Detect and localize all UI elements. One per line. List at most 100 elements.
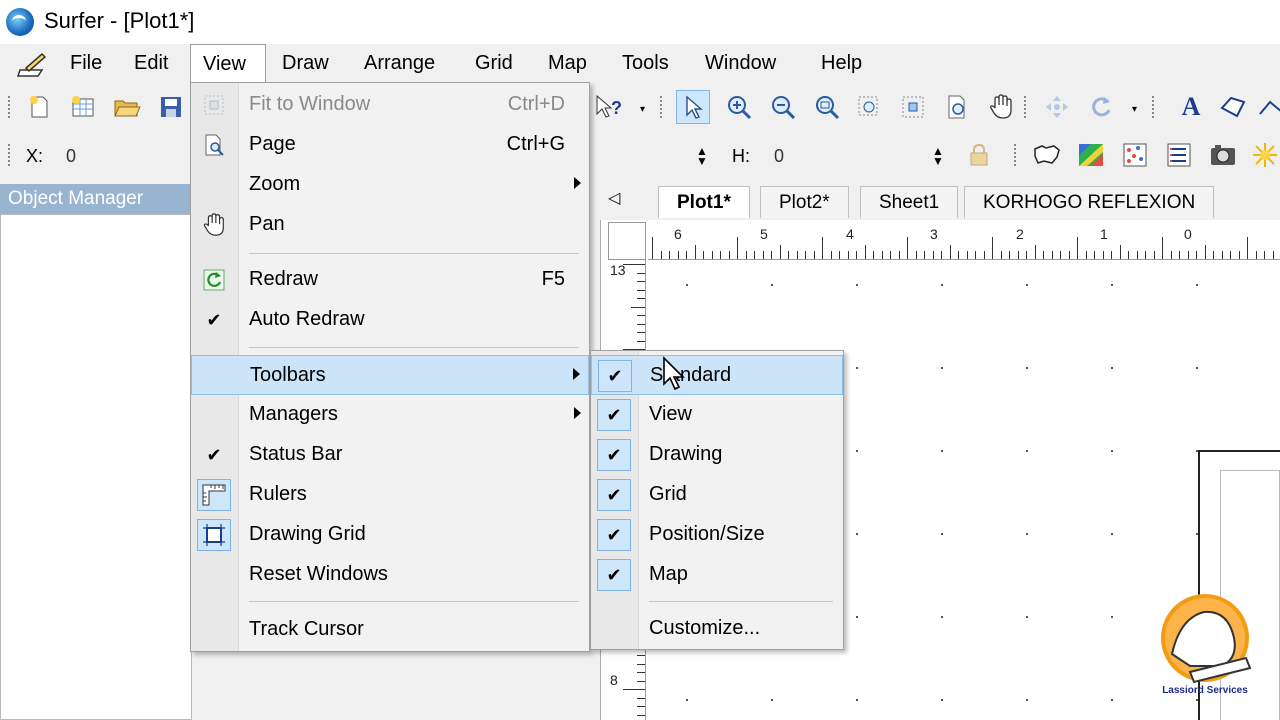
menu-item-pan[interactable]: Pan bbox=[191, 205, 589, 245]
submenu-item-position-size[interactable]: ✔ Position/Size bbox=[591, 515, 843, 555]
ruler-label: 13 bbox=[610, 262, 626, 278]
menu-item-fit-to-window[interactable]: Fit to Window Ctrl+D bbox=[191, 85, 589, 125]
zoom-selected-icon[interactable] bbox=[896, 90, 930, 124]
submenu-item-map[interactable]: ✔ Map bbox=[591, 555, 843, 595]
menu-arrange[interactable]: Arrange bbox=[352, 44, 447, 82]
spinner-icon[interactable]: ▲ ▼ bbox=[932, 145, 944, 167]
submenu-item-grid[interactable]: ✔ Grid bbox=[591, 475, 843, 515]
submenu-item-drawing[interactable]: ✔ Drawing bbox=[591, 435, 843, 475]
open-folder-icon[interactable] bbox=[110, 90, 144, 124]
ruler-label: 1 bbox=[1100, 226, 1108, 242]
ruler-tick bbox=[1221, 251, 1223, 259]
h-field[interactable]: 0 bbox=[774, 146, 784, 167]
ruler-tick bbox=[1102, 251, 1104, 259]
menu-item-reset-windows[interactable]: Reset Windows bbox=[191, 555, 589, 595]
contour-map-icon[interactable] bbox=[1074, 138, 1108, 172]
toolbar-overflow-icon[interactable]: ▾ bbox=[1132, 104, 1137, 115]
submenu-item-customize[interactable]: Customize... bbox=[591, 609, 843, 649]
zoom-rectangle-icon[interactable] bbox=[852, 90, 886, 124]
submenu-arrow-icon bbox=[574, 407, 581, 419]
mouse-cursor-icon bbox=[663, 356, 685, 391]
polyline-tool-icon[interactable] bbox=[1254, 90, 1280, 124]
pan-hand-icon[interactable] bbox=[984, 90, 1018, 124]
menu-draw[interactable]: Draw bbox=[270, 44, 341, 82]
menu-item-rulers[interactable]: Rulers bbox=[191, 475, 589, 515]
classed-post-icon[interactable] bbox=[1162, 138, 1196, 172]
new-worksheet-icon[interactable] bbox=[66, 90, 100, 124]
new-icon[interactable] bbox=[22, 90, 56, 124]
menu-item-label: Toolbars bbox=[250, 364, 326, 386]
menu-item-track-cursor[interactable]: Track Cursor bbox=[191, 610, 589, 650]
toolbar-grip[interactable] bbox=[8, 96, 12, 118]
zoom-page-icon[interactable] bbox=[940, 90, 974, 124]
menu-item-label: Grid bbox=[649, 483, 687, 505]
menu-item-auto-redraw[interactable]: ✔ Auto Redraw bbox=[191, 300, 589, 340]
grid-dot bbox=[1111, 616, 1113, 618]
menu-item-zoom[interactable]: Zoom bbox=[191, 165, 589, 205]
submenu-item-standard[interactable]: ✔ Standard bbox=[591, 355, 843, 395]
menu-tools[interactable]: Tools bbox=[610, 44, 681, 82]
menu-item-label: Zoom bbox=[249, 173, 301, 195]
polygon-tool-icon[interactable] bbox=[1216, 90, 1250, 124]
ruler-tick bbox=[637, 706, 645, 707]
object-manager-panel[interactable] bbox=[0, 214, 192, 720]
menu-grid[interactable]: Grid bbox=[463, 44, 525, 82]
grid-dot bbox=[1111, 533, 1113, 535]
toolbar-overflow-icon[interactable]: ▾ bbox=[640, 104, 645, 115]
ruler-tick bbox=[1051, 251, 1053, 259]
rotate-icon[interactable] bbox=[1084, 90, 1118, 124]
menu-item-status-bar[interactable]: ✔ Status Bar bbox=[191, 435, 589, 475]
spinner-icon[interactable]: ▲ ▼ bbox=[696, 145, 708, 167]
menu-item-toolbars[interactable]: Toolbars bbox=[191, 355, 589, 395]
menu-file[interactable]: File bbox=[58, 44, 114, 82]
menu-view[interactable]: View bbox=[190, 44, 266, 82]
ruler-tick bbox=[1034, 245, 1036, 259]
menu-item-page[interactable]: Page Ctrl+G bbox=[191, 125, 589, 165]
shaded-relief-icon[interactable] bbox=[1248, 138, 1280, 172]
zoom-actual-icon[interactable] bbox=[810, 90, 844, 124]
text-tool-icon[interactable]: A bbox=[1174, 90, 1208, 124]
post-map-icon[interactable] bbox=[1118, 138, 1152, 172]
tab-scroll-left-icon[interactable]: ◁ bbox=[608, 188, 620, 208]
toolbar-grip[interactable] bbox=[8, 144, 12, 166]
save-icon[interactable] bbox=[154, 90, 188, 124]
zoom-out-icon[interactable] bbox=[766, 90, 800, 124]
toolbar-grip[interactable] bbox=[1014, 144, 1018, 166]
document-edit-icon[interactable] bbox=[16, 50, 48, 78]
menu-item-redraw[interactable]: Redraw F5 bbox=[191, 260, 589, 300]
menu-separator bbox=[249, 601, 579, 602]
toolbar-grip[interactable] bbox=[1152, 96, 1156, 118]
toolbar-grip[interactable] bbox=[1024, 96, 1028, 118]
ruler-tick bbox=[637, 655, 645, 656]
menu-item-drawing-grid[interactable]: Drawing Grid bbox=[191, 515, 589, 555]
zoom-in-icon[interactable] bbox=[722, 90, 756, 124]
x-field[interactable]: 0 bbox=[66, 146, 76, 167]
menu-window[interactable]: Window bbox=[693, 44, 788, 82]
svg-text:Lassiord Services: Lassiord Services bbox=[1162, 685, 1248, 696]
ruler-tick bbox=[1111, 251, 1112, 259]
menu-help[interactable]: Help bbox=[809, 44, 874, 82]
help-pointer-icon[interactable]: ? bbox=[592, 90, 626, 124]
base-map-icon[interactable] bbox=[1030, 138, 1064, 172]
image-map-icon[interactable] bbox=[1206, 138, 1240, 172]
menu-map[interactable]: Map bbox=[536, 44, 599, 82]
grid-dot bbox=[1026, 450, 1028, 452]
ruler-tick bbox=[822, 237, 823, 259]
checkmark-icon: ✔ bbox=[206, 309, 222, 330]
ruler-tick bbox=[637, 680, 645, 682]
tab-sheet1[interactable]: Sheet1 bbox=[860, 186, 959, 218]
toolbar-grip[interactable] bbox=[660, 96, 664, 118]
tab-plot1[interactable]: Plot1* bbox=[658, 186, 750, 218]
toolbars-submenu: ✔ Standard ✔ View ✔ Drawing ✔ Grid ✔ Pos… bbox=[590, 350, 844, 650]
tab-plot2[interactable]: Plot2* bbox=[760, 186, 849, 218]
lock-icon[interactable] bbox=[962, 138, 996, 172]
ruler-tick bbox=[881, 251, 883, 259]
move-3d-icon[interactable] bbox=[1040, 90, 1074, 124]
menu-item-label: Track Cursor bbox=[249, 618, 364, 640]
menu-edit[interactable]: Edit bbox=[122, 44, 180, 82]
select-pointer-icon[interactable] bbox=[676, 90, 710, 124]
menu-item-managers[interactable]: Managers bbox=[191, 395, 589, 435]
submenu-item-view[interactable]: ✔ View bbox=[591, 395, 843, 435]
tab-korhogo-reflexion[interactable]: KORHOGO REFLEXION bbox=[964, 186, 1215, 218]
ruler-label: 5 bbox=[760, 226, 768, 242]
